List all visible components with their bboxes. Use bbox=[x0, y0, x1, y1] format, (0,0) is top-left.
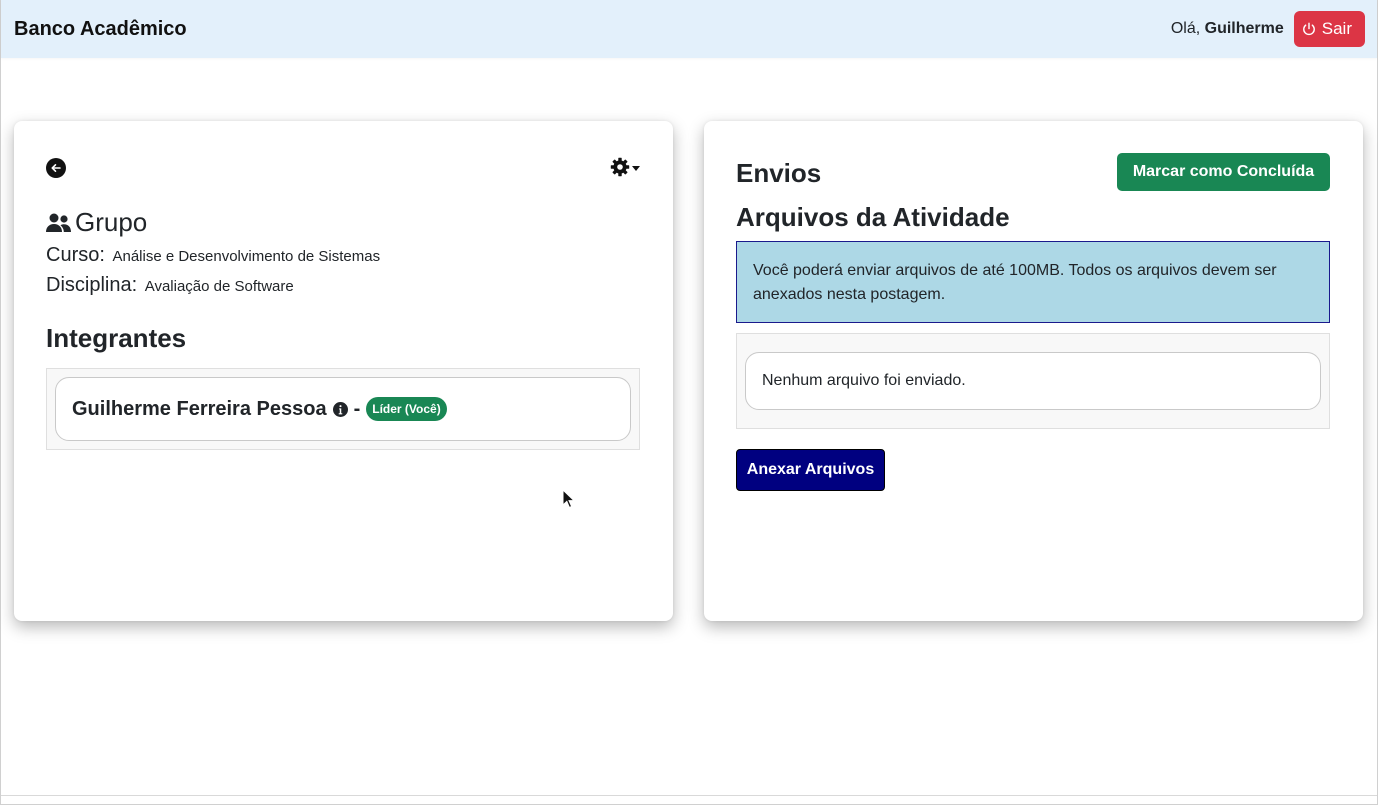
group-title: Grupo bbox=[46, 207, 147, 238]
app-window: Banco Acadêmico Olá, Guilherme Sair Grup… bbox=[0, 0, 1378, 805]
arrow-left-icon bbox=[51, 164, 61, 172]
member-name: Guilherme Ferreira Pessoa bbox=[72, 397, 327, 420]
navbar: Banco Acadêmico Olá, Guilherme Sair bbox=[1, 0, 1377, 58]
member-item: Guilherme Ferreira Pessoa - Líder (Você) bbox=[55, 377, 631, 441]
files-list: Nenhum arquivo foi enviado. bbox=[736, 333, 1330, 429]
submissions-card: Envios Marcar como Concluída Arquivos da… bbox=[704, 121, 1363, 621]
brand-title[interactable]: Banco Acadêmico bbox=[14, 18, 187, 41]
curso-line: Curso: Análise e Desenvolvimento de Sist… bbox=[46, 244, 380, 267]
submissions-title: Envios bbox=[736, 158, 822, 188]
group-title-label: Grupo bbox=[75, 207, 148, 237]
attach-files-button[interactable]: Anexar Arquivos bbox=[736, 449, 885, 491]
upload-info-alert: Você poderá enviar arquivos de até 100MB… bbox=[736, 241, 1330, 323]
disciplina-value: Avaliação de Software bbox=[144, 278, 294, 295]
curso-label: Curso: bbox=[46, 244, 105, 266]
files-title: Arquivos da Atividade bbox=[736, 202, 1010, 232]
user-greeting: Olá, Guilherme bbox=[1171, 20, 1284, 38]
mouse-cursor-icon bbox=[562, 489, 576, 509]
disciplina-line: Disciplina: Avaliação de Software bbox=[46, 274, 294, 297]
members-list: Guilherme Ferreira Pessoa - Líder (Você) bbox=[46, 368, 640, 450]
navbar-user-area: Olá, Guilherme Sair bbox=[1171, 11, 1365, 47]
logout-button[interactable]: Sair bbox=[1293, 11, 1365, 47]
back-button[interactable] bbox=[46, 158, 66, 178]
info-circle-icon[interactable] bbox=[332, 401, 348, 417]
power-icon bbox=[1302, 22, 1315, 36]
group-card: Grupo Curso: Análise e Desenvolvimento d… bbox=[14, 121, 673, 621]
empty-files-message: Nenhum arquivo foi enviado. bbox=[745, 352, 1321, 410]
people-icon bbox=[46, 213, 71, 232]
chevron-down-icon bbox=[632, 165, 640, 171]
bottom-divider bbox=[1, 795, 1377, 796]
greeting-prefix: Olá, bbox=[1170, 20, 1205, 37]
gear-icon bbox=[610, 157, 630, 177]
mark-done-button[interactable]: Marcar como Concluída bbox=[1117, 153, 1330, 191]
user-name: Guilherme bbox=[1204, 20, 1284, 37]
logout-label: Sair bbox=[1321, 19, 1352, 38]
curso-value: Análise e Desenvolvimento de Sistemas bbox=[112, 248, 381, 265]
leader-badge: Líder (Você) bbox=[366, 397, 447, 421]
member-separator: - bbox=[353, 397, 361, 420]
disciplina-label: Disciplina: bbox=[46, 274, 138, 296]
settings-dropdown-button[interactable] bbox=[610, 157, 640, 177]
members-title: Integrantes bbox=[46, 323, 187, 353]
